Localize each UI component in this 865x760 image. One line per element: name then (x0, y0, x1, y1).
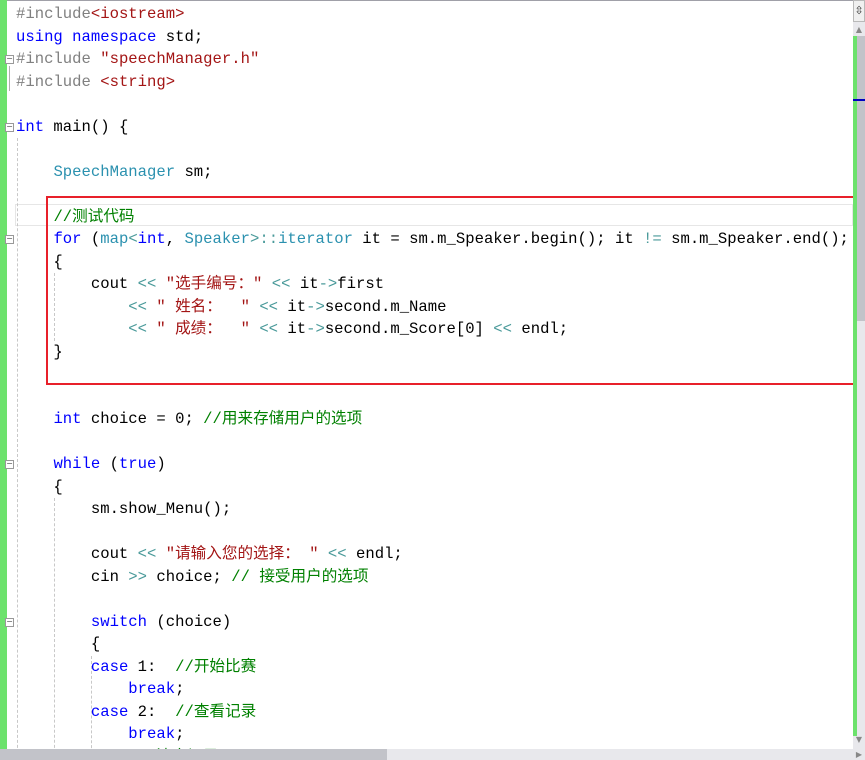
scrollbar-change-marker (853, 36, 857, 736)
code-token: SpeechManager (53, 162, 176, 181)
scrollbar-caret-marker (853, 99, 865, 101)
code-token: main() { (44, 117, 129, 136)
code-line[interactable]: int choice = 0; //用来存储用户的选项 (16, 408, 362, 431)
code-line[interactable]: { (16, 633, 100, 656)
code-line[interactable]: break; (16, 678, 184, 701)
fold-line (9, 66, 10, 91)
code-token: ( (100, 455, 119, 473)
code-token: { (16, 477, 63, 496)
code-token: ) (156, 455, 166, 473)
horizontal-scroll-thumb[interactable] (0, 749, 387, 760)
code-token: ; (175, 725, 185, 743)
fold-toggle-icon[interactable]: − (5, 460, 14, 469)
code-line[interactable]: #include "speechManager.h" (16, 48, 259, 71)
code-token: ; (175, 680, 185, 698)
code-token: sm; (175, 162, 213, 181)
scroll-down-icon[interactable]: ▼ (853, 734, 865, 746)
code-line[interactable]: #include <string> (16, 71, 175, 94)
code-token: using (16, 27, 63, 46)
code-token: #include (16, 72, 101, 91)
code-token: cin (16, 567, 129, 586)
code-token: std; (156, 27, 204, 46)
change-indicator-bar (0, 0, 7, 749)
code-line[interactable]: case 2: //查看记录 (16, 701, 256, 724)
code-token: "speechManager.h" (100, 50, 260, 68)
code-token: cout (16, 545, 138, 563)
split-icon[interactable]: ⇳ (853, 0, 865, 22)
fold-toggle-icon[interactable]: − (5, 617, 14, 627)
code-line[interactable]: break; (16, 723, 184, 746)
scroll-up-icon[interactable]: ▲ (853, 24, 865, 36)
code-token: int (16, 117, 45, 136)
code-token: <string> (100, 72, 176, 91)
code-token: int (53, 410, 82, 428)
code-token: break (128, 680, 176, 698)
code-line[interactable]: case 1: //开始比赛 (16, 656, 256, 679)
code-token: >> (128, 567, 148, 586)
code-token: case (90, 657, 129, 676)
fold-toggle-icon[interactable]: − (5, 122, 14, 132)
code-token: <iostream> (90, 5, 185, 23)
fold-toggle-icon[interactable]: − (5, 55, 14, 64)
code-line[interactable]: switch (choice) (16, 611, 231, 634)
code-token: << (327, 545, 347, 563)
code-token: break (128, 725, 176, 743)
code-token: //开始比赛 (175, 657, 257, 676)
code-line[interactable]: while (true) (16, 453, 166, 476)
fold-toggle-icon[interactable]: − (5, 235, 14, 244)
code-line[interactable]: using namespace std; (16, 26, 203, 49)
code-token: #include (16, 5, 91, 23)
code-token: (choice) (147, 612, 232, 631)
code-line[interactable]: sm.show_Menu(); (16, 498, 231, 521)
code-token: case (90, 702, 129, 721)
code-line[interactable]: cout << "请输入您的选择： " << endl; (16, 543, 403, 566)
code-token: 2: (128, 702, 176, 721)
code-token: { (16, 635, 101, 653)
code-token: // 接受用户的选项 (231, 567, 369, 586)
code-token: //用来存储用户的选项 (203, 410, 363, 428)
code-token: choice; (147, 567, 232, 586)
code-token: //查看记录 (175, 702, 257, 721)
editor-top-border (0, 0, 853, 1)
code-token: "请输入您的选择： " (165, 545, 319, 563)
code-line[interactable]: cin >> choice; // 接受用户的选项 (16, 566, 369, 589)
scroll-right-icon[interactable]: ▶ (853, 749, 865, 760)
code-token: namespace (72, 27, 157, 46)
code-token: while (53, 455, 101, 473)
code-token: sm.show_Menu(); (16, 500, 232, 518)
code-token: #include (16, 50, 101, 68)
code-token: switch (90, 612, 148, 631)
code-line[interactable]: { (16, 476, 63, 499)
code-token: choice = 0; (81, 410, 204, 428)
code-line[interactable]: int main() { (16, 116, 128, 139)
code-token: 1: (128, 657, 176, 676)
code-token: << (137, 545, 157, 563)
code-token: true (118, 455, 157, 473)
annotation-highlight-box (46, 196, 853, 385)
code-editor[interactable]: − − − − − #include<iostream> using namespace … (0, 0, 853, 749)
code-line[interactable]: #include<iostream> (16, 3, 184, 26)
code-token: endl; (346, 545, 403, 563)
code-line[interactable]: SpeechManager sm; (16, 161, 213, 184)
